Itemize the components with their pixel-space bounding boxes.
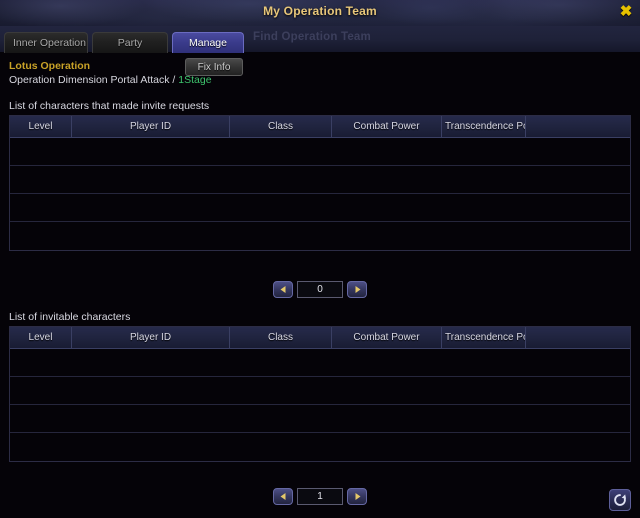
arrow-left-icon[interactable] [273, 281, 293, 298]
column-header-class: Class [230, 327, 332, 348]
invitable-table-body [10, 349, 630, 461]
tab-party[interactable]: Party [92, 32, 168, 53]
column-header-class: Class [230, 116, 332, 137]
arrow-left-icon[interactable] [273, 488, 293, 505]
requests-table: Level Player ID Class Combat Power Trans… [9, 115, 631, 251]
tab-inner-operation-team[interactable]: Inner Operation T [4, 32, 88, 53]
table-row[interactable] [10, 138, 630, 166]
requests-table-header: Level Player ID Class Combat Power Trans… [10, 116, 630, 138]
column-header-transcendence-power: Transcendence Pow [442, 327, 526, 348]
invitable-page-input[interactable] [297, 488, 343, 505]
operation-description: Operation Dimension Portal Attack / 1Sta… [9, 74, 212, 86]
window-title: My Operation Team [263, 4, 377, 18]
refresh-icon[interactable] [609, 489, 631, 511]
table-row[interactable] [10, 433, 630, 461]
operation-name: Lotus Operation [9, 60, 91, 72]
invitable-table-header: Level Player ID Class Combat Power Trans… [10, 327, 630, 349]
arrow-right-icon[interactable] [347, 488, 367, 505]
table-row[interactable] [10, 349, 630, 377]
tab-label: Inner Operation T [13, 37, 88, 49]
table-row[interactable] [10, 194, 630, 222]
invitable-list-caption: List of invitable characters [9, 311, 131, 323]
title-bar: My Operation Team ✖ [0, 0, 640, 26]
column-header-player-id: Player ID [72, 116, 230, 137]
column-header-combat-power: Combat Power [332, 327, 442, 348]
table-row[interactable] [10, 405, 630, 433]
fix-info-button[interactable]: Fix Info [185, 58, 243, 76]
tab-bar: Inner Operation T Party Manage [4, 31, 244, 53]
requests-pager [0, 281, 640, 298]
column-header-level: Level [10, 327, 72, 348]
requests-table-body [10, 138, 630, 250]
operation-description-text: Operation Dimension Portal Attack / [9, 74, 176, 86]
close-icon[interactable]: ✖ [618, 4, 634, 20]
table-row[interactable] [10, 377, 630, 405]
column-header-combat-power: Combat Power [332, 116, 442, 137]
invitable-table: Level Player ID Class Combat Power Trans… [9, 326, 631, 462]
table-row[interactable] [10, 166, 630, 194]
tab-label: Party [117, 37, 143, 49]
column-header-level: Level [10, 116, 72, 137]
tab-manage[interactable]: Manage [172, 32, 244, 53]
column-header-spacer [526, 327, 630, 348]
arrow-right-icon[interactable] [347, 281, 367, 298]
column-header-player-id: Player ID [72, 327, 230, 348]
column-header-spacer [526, 116, 630, 137]
requests-page-input[interactable] [297, 281, 343, 298]
requests-list-caption: List of characters that made invite requ… [9, 100, 210, 112]
operation-team-window: My Operation Team ✖ Find Operation Team … [0, 0, 640, 518]
table-row[interactable] [10, 222, 630, 250]
find-operation-team-label: Find Operation Team [253, 31, 371, 43]
content-panel: Lotus Operation Operation Dimension Port… [0, 52, 640, 518]
invitable-pager [0, 488, 640, 505]
tab-label: Manage [189, 37, 227, 49]
column-header-transcendence-power: Transcendence Pow [442, 116, 526, 137]
